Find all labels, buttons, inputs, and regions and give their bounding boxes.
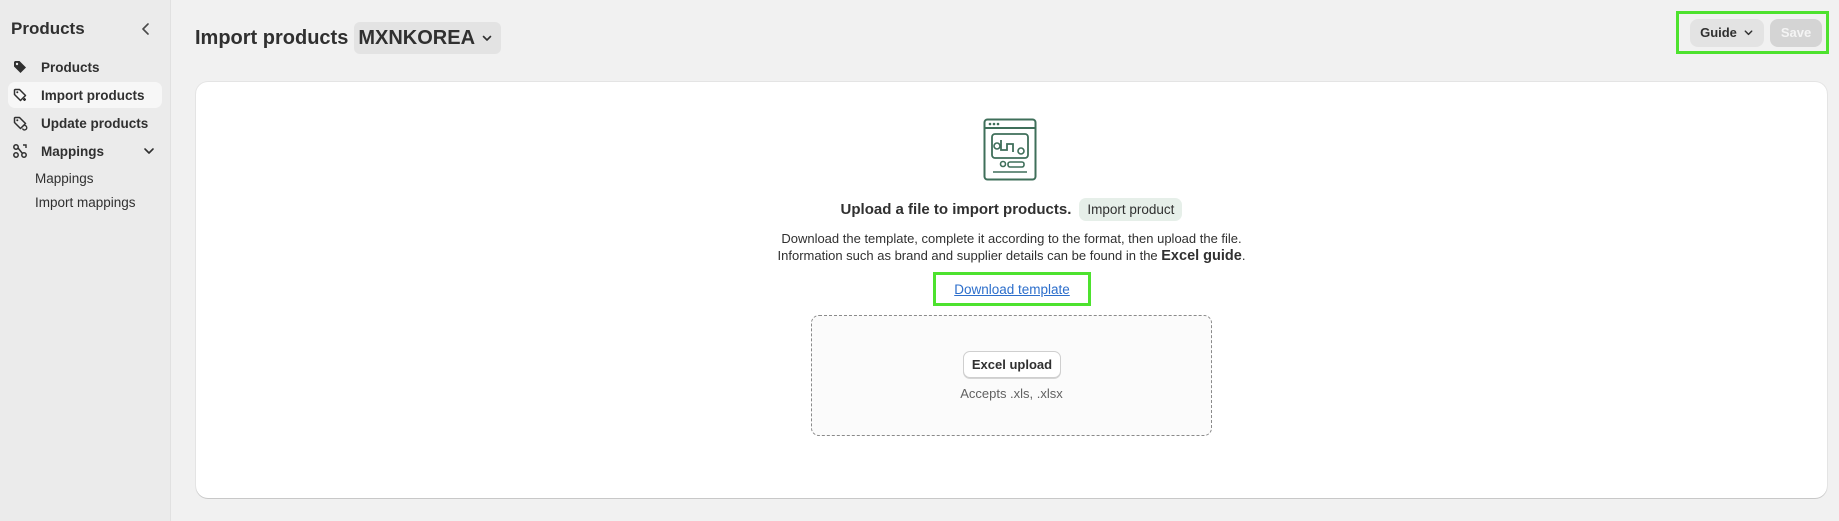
collapse-sidebar-button[interactable] (136, 19, 156, 39)
upload-heading-row: Upload a file to import products. Import… (196, 198, 1827, 221)
sidebar-subitem-mappings[interactable]: Mappings (35, 166, 162, 190)
description-line-2-suffix: . (1241, 248, 1246, 263)
sidebar-item-mappings[interactable]: Mappings (8, 138, 162, 164)
guide-label: Guide (1700, 25, 1737, 40)
sidebar-item-import-products[interactable]: Import products (8, 82, 162, 108)
description-line-2-text: Information such as brand and supplier d… (777, 248, 1162, 263)
sidebar-item-label: Update products (41, 115, 149, 131)
chevron-down-icon (482, 35, 492, 41)
import-card: Upload a file to import products. Import… (196, 82, 1827, 498)
import-illustration-icon (983, 118, 1037, 181)
update-tag-icon (11, 114, 29, 132)
chevron-left-icon (142, 22, 149, 35)
upload-heading: Upload a file to import products. (840, 201, 1072, 218)
sidebar-item-label: Mappings (41, 143, 104, 159)
sidebar-title: Products (11, 18, 85, 38)
import-tag-icon (11, 86, 29, 104)
save-button[interactable]: Save (1770, 18, 1822, 47)
sidebar-item-label: Import products (41, 87, 145, 103)
sidebar-item-products[interactable]: Products (8, 54, 162, 80)
sidebar-item-label: Products (41, 59, 100, 75)
mapping-icon (11, 142, 29, 160)
page-title: Import products (195, 26, 349, 49)
accepted-formats-text: Accepts .xls, .xlsx (960, 386, 1063, 401)
tag-icon (11, 58, 29, 76)
description: Download the template, complete it accor… (196, 230, 1827, 265)
page-header: Import products MXNKOREA (195, 22, 502, 54)
sidebar-subitem-import-mappings[interactable]: Import mappings (35, 190, 162, 214)
download-template-link[interactable]: Download template (954, 282, 1070, 297)
store-selector[interactable]: MXNKOREA (354, 22, 502, 54)
download-template-highlight: Download template (933, 272, 1091, 306)
sidebar-nav: Products Import products Update products… (0, 54, 170, 214)
header-actions: Guide Save (1676, 11, 1829, 54)
excel-guide-link[interactable]: Excel guide (1161, 248, 1242, 264)
description-line-2: Information such as brand and supplier d… (196, 247, 1827, 265)
sidebar: Products Products Import products Update… (0, 0, 171, 521)
import-product-badge: Import product (1079, 198, 1183, 221)
store-name: MXNKOREA (358, 26, 476, 49)
sidebar-item-update-products[interactable]: Update products (8, 110, 162, 136)
chevron-down-icon[interactable] (142, 144, 156, 158)
excel-upload-button[interactable]: Excel upload (963, 351, 1061, 378)
chevron-down-icon (1744, 30, 1753, 36)
description-line-1: Download the template, complete it accor… (781, 231, 1242, 246)
file-dropzone[interactable]: Excel upload Accepts .xls, .xlsx (811, 315, 1212, 436)
sidebar-header: Products (0, 0, 170, 42)
mappings-subnav: Mappings Import mappings (8, 166, 162, 214)
guide-button[interactable]: Guide (1690, 18, 1764, 47)
